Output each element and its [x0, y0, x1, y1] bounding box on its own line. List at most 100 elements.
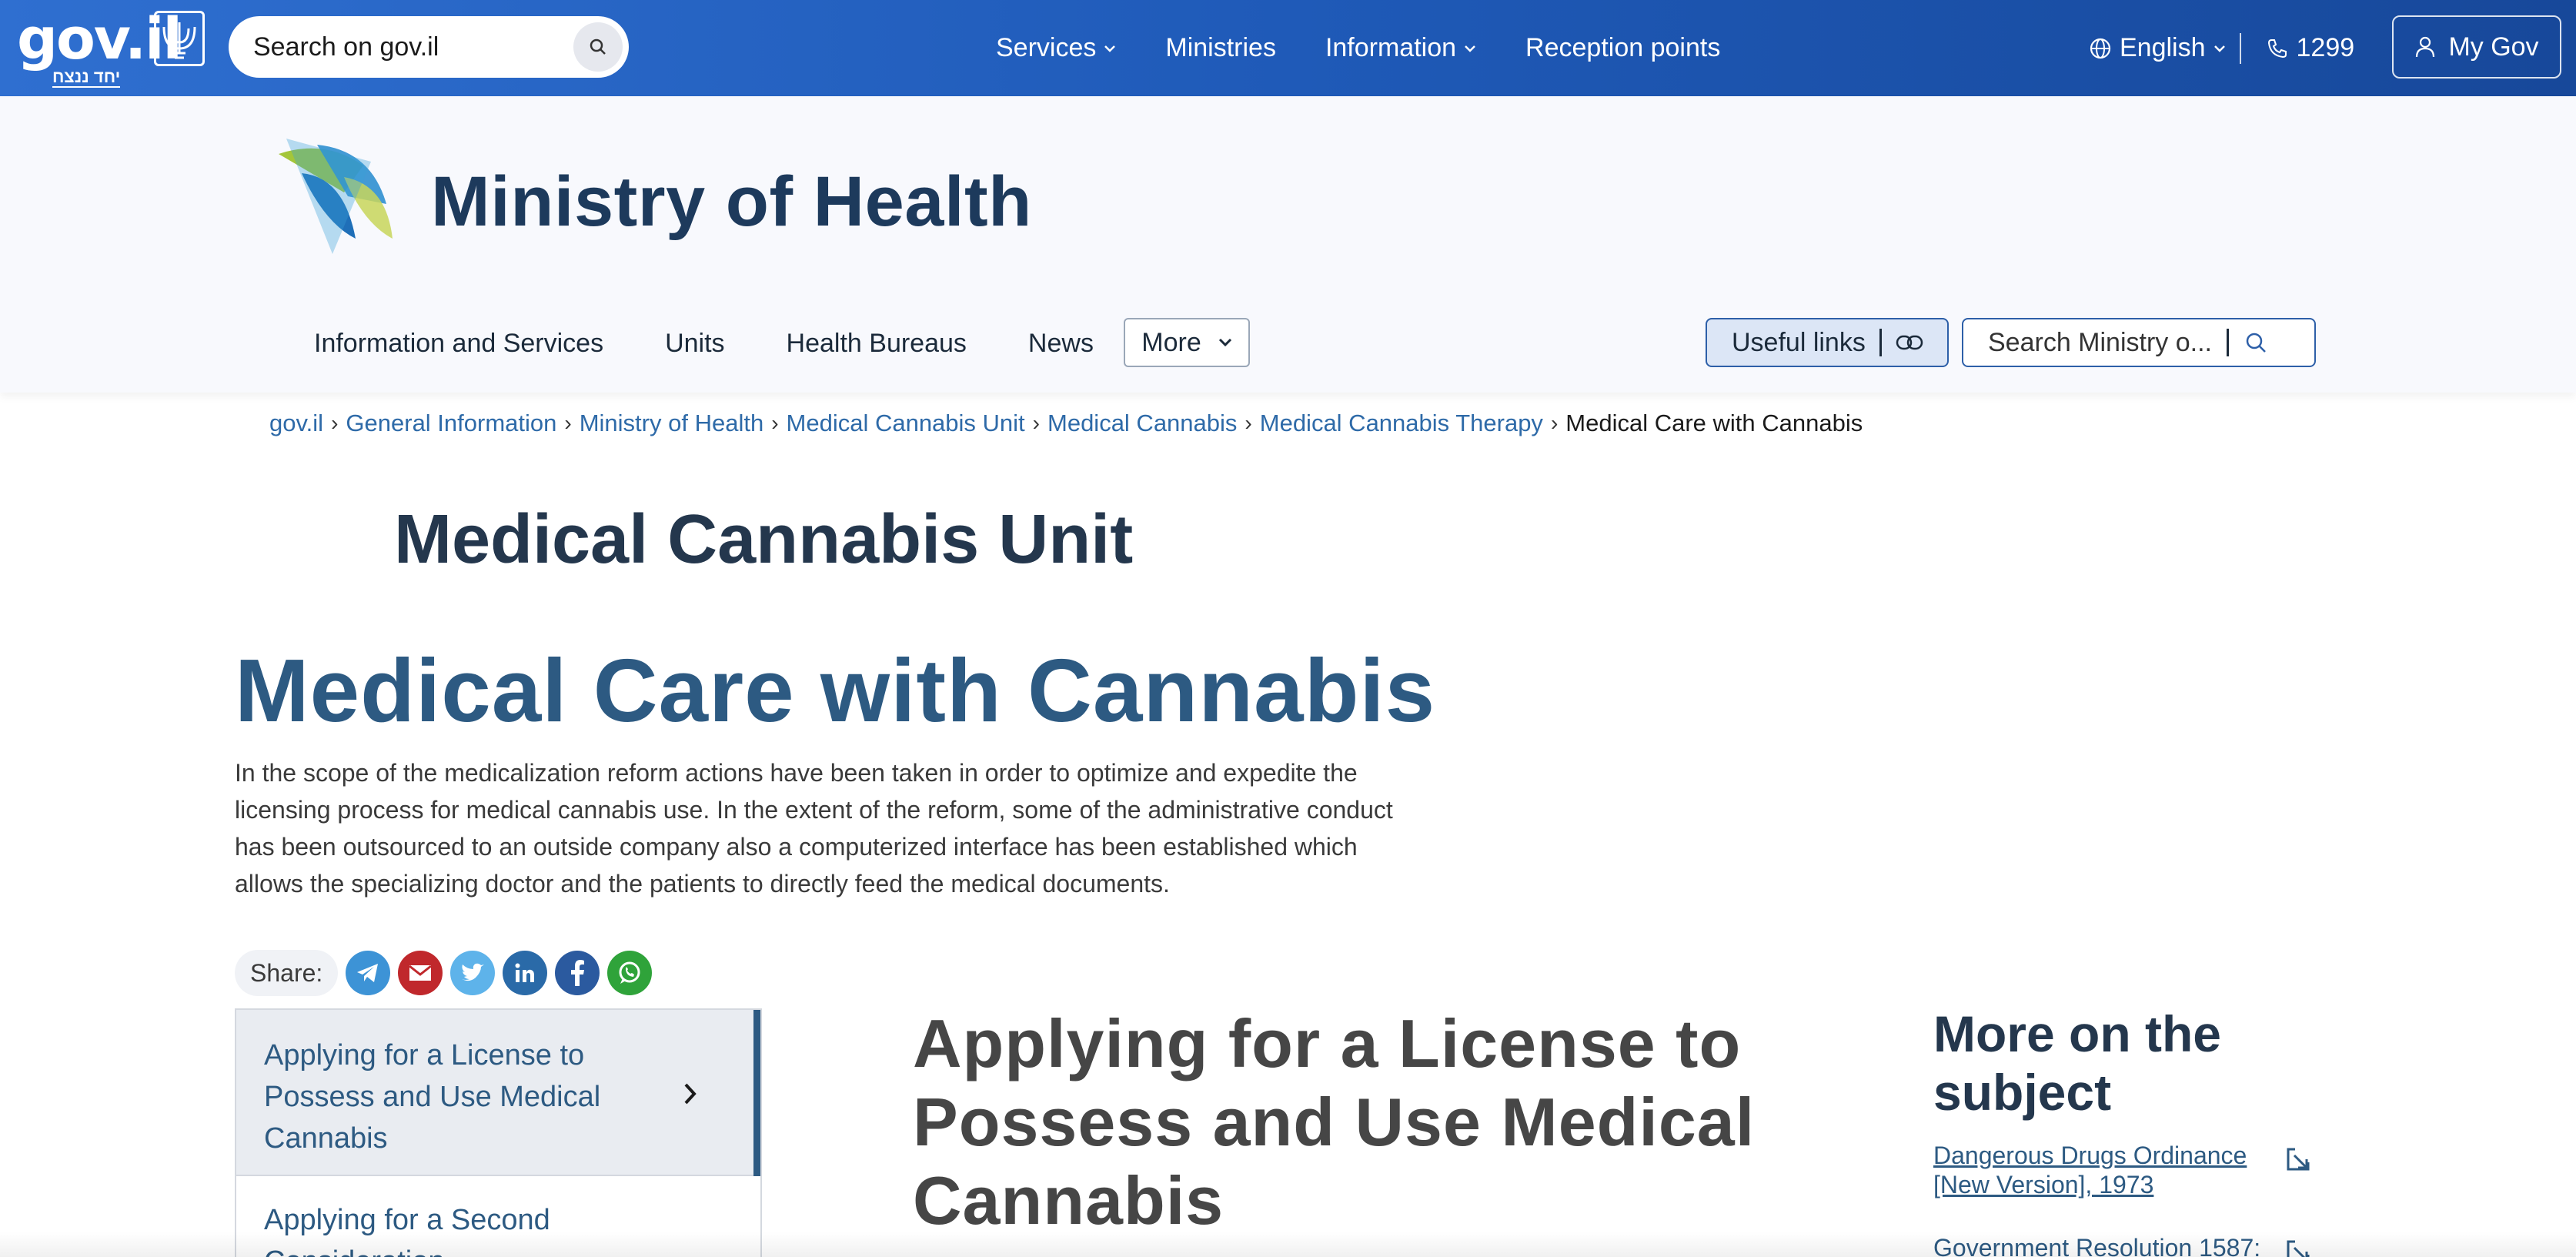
more-dropdown-button[interactable]: More [1124, 318, 1250, 367]
heading-line: subject [1933, 1064, 2112, 1121]
external-link-icon[interactable] [2284, 1238, 2312, 1257]
unit-title[interactable]: Medical Cannabis Unit [394, 500, 1133, 580]
ministry-nav-news[interactable]: News [1028, 329, 1094, 359]
divider [2239, 32, 2241, 64]
global-search-button[interactable] [573, 22, 623, 72]
my-gov-button[interactable]: My Gov [2392, 15, 2561, 79]
email-icon[interactable] [398, 951, 443, 995]
ministry-nav-information-and-services[interactable]: Information and Services [314, 329, 603, 359]
side-menu-label-line: Consideration [264, 1241, 626, 1257]
section-title-line: Applying for a License to [913, 1005, 1742, 1081]
side-menu-item-label: Applying for a License to Possess and Us… [264, 1035, 626, 1159]
chevron-down-icon [1104, 45, 1116, 52]
side-menu-item-label: Applying for a Second Consideration [264, 1199, 626, 1257]
ministry-nav: Information and Services Units Health Bu… [314, 319, 1094, 368]
linkedin-icon[interactable] [503, 951, 548, 995]
breadcrumb-item[interactable]: gov.il [269, 410, 323, 437]
section-title: Applying for a License to Possess and Us… [913, 1005, 1759, 1240]
search-icon [590, 38, 606, 55]
breadcrumb-separator-icon: › [1032, 411, 1040, 435]
breadcrumb-item[interactable]: Medical Cannabis Therapy [1260, 410, 1543, 437]
whatsapp-icon[interactable] [607, 951, 653, 995]
breadcrumb-item[interactable]: Medical Cannabis Unit [787, 410, 1025, 437]
share-bar: Share: [235, 948, 653, 998]
nav-reception-points[interactable]: Reception points [1525, 33, 1720, 63]
menorah-emblem-icon [154, 11, 205, 66]
page-title: Medical Care with Cannabis [235, 640, 1436, 740]
divider [1879, 329, 1882, 356]
side-menu-item-active[interactable]: Applying for a License to Possess and Us… [236, 1010, 760, 1176]
top-bar: gov.il יחד ננצח Search on gov.il Service… [0, 0, 2576, 96]
globe-icon [2090, 38, 2111, 59]
related-link-line: Government Resolution 1587: [1933, 1234, 2261, 1257]
global-search-input[interactable]: Search on gov.il [229, 16, 629, 78]
intro-line: In the scope of the medicalization refor… [235, 759, 1358, 787]
heading-line: More on the [1933, 1005, 2221, 1062]
nav-ministries-label: Ministries [1165, 33, 1276, 62]
chevron-down-icon [2213, 45, 2225, 52]
intro-line: has been outsourced to an outside compan… [235, 833, 1358, 861]
side-menu-label-line: Cannabis [264, 1122, 388, 1155]
ministry-logo-icon [271, 131, 398, 254]
chevron-down-icon [1465, 45, 1475, 52]
intro-line: licensing process for medical cannabis u… [235, 796, 1393, 824]
breadcrumb-item[interactable]: General Information [346, 410, 556, 437]
phone-link[interactable]: 1299 [2266, 33, 2355, 63]
ministry-search-placeholder: Search Ministry o... [1988, 327, 2212, 357]
breadcrumb-separator-icon: › [331, 411, 339, 435]
top-utility: English 1299 [2089, 0, 2354, 96]
breadcrumb-item[interactable]: Ministry of Health [580, 410, 763, 437]
chevron-down-icon [1218, 338, 1231, 347]
nav-reception-points-label: Reception points [1525, 33, 1721, 62]
breadcrumb-item[interactable]: Medical Cannabis [1047, 410, 1237, 437]
intro-paragraph: In the scope of the medicalization refor… [235, 754, 1482, 902]
ministry-search-input[interactable]: Search Ministry o... [1962, 318, 2316, 367]
more-on-subject-heading: More on the subject [1933, 1005, 2221, 1122]
side-menu-item[interactable]: Applying for a Second Consideration [236, 1176, 760, 1257]
breadcrumb-current: Medical Care with Cannabis [1565, 410, 1863, 436]
nav-information-label: Information [1325, 33, 1457, 62]
breadcrumb-separator-icon: › [771, 411, 779, 435]
phone-icon [2267, 38, 2287, 58]
nav-information[interactable]: Information [1325, 33, 1476, 63]
language-label: English [2120, 33, 2206, 62]
twitter-icon[interactable] [450, 951, 496, 995]
section-title-line: Possess and Use Medical [913, 1084, 1756, 1160]
section-title-line: Cannabis [913, 1162, 1225, 1239]
side-menu-label-line: Applying for a License to [264, 1039, 585, 1071]
related-link[interactable]: Dangerous Drugs Ordinance [New Version],… [1933, 1141, 2287, 1199]
language-selector[interactable]: English [2089, 33, 2226, 63]
breadcrumb: gov.il › General Information › Ministry … [269, 408, 1863, 439]
external-link-icon[interactable] [2284, 1145, 2312, 1173]
logo-subtext: יחד ננצח [52, 67, 121, 88]
useful-links-button[interactable]: Useful links [1706, 318, 1949, 367]
active-indicator [753, 1010, 760, 1176]
side-menu-label-line: Possess and Use Medical [264, 1081, 601, 1113]
breadcrumb-separator-icon: › [1245, 411, 1252, 435]
ministry-title[interactable]: Ministry of Health [431, 162, 1032, 242]
nav-services-label: Services [996, 33, 1097, 62]
text-cursor [2227, 329, 2229, 356]
more-label: More [1141, 327, 1201, 357]
gov-il-logo[interactable]: gov.il יחד ננצח [17, 6, 209, 89]
nav-services[interactable]: Services [996, 33, 1116, 63]
user-icon [2416, 36, 2435, 58]
phone-number: 1299 [2296, 33, 2355, 62]
my-gov-label: My Gov [2448, 32, 2539, 62]
facebook-icon[interactable] [555, 951, 600, 995]
breadcrumb-separator-icon: › [564, 411, 572, 435]
search-icon[interactable] [2244, 331, 2267, 354]
related-link[interactable]: Government Resolution 1587: [1933, 1233, 2287, 1257]
telegram-icon[interactable] [346, 951, 391, 995]
nav-ministries[interactable]: Ministries [1165, 33, 1276, 63]
link-icon [1896, 335, 1923, 350]
related-link-line: Dangerous Drugs Ordinance [1933, 1142, 2247, 1169]
share-label: Share: [235, 950, 339, 996]
intro-line: allows the specializing doctor and the p… [235, 870, 1170, 898]
side-menu: Applying for a License to Possess and Us… [235, 1008, 762, 1257]
main-nav: Services Ministries Information Receptio… [996, 0, 1720, 96]
ministry-nav-units[interactable]: Units [665, 329, 724, 359]
related-link-line: [New Version], 1973 [1933, 1171, 2154, 1198]
ministry-nav-health-bureaus[interactable]: Health Bureaus [787, 329, 967, 359]
side-menu-label-line: Applying for a Second [264, 1204, 550, 1236]
